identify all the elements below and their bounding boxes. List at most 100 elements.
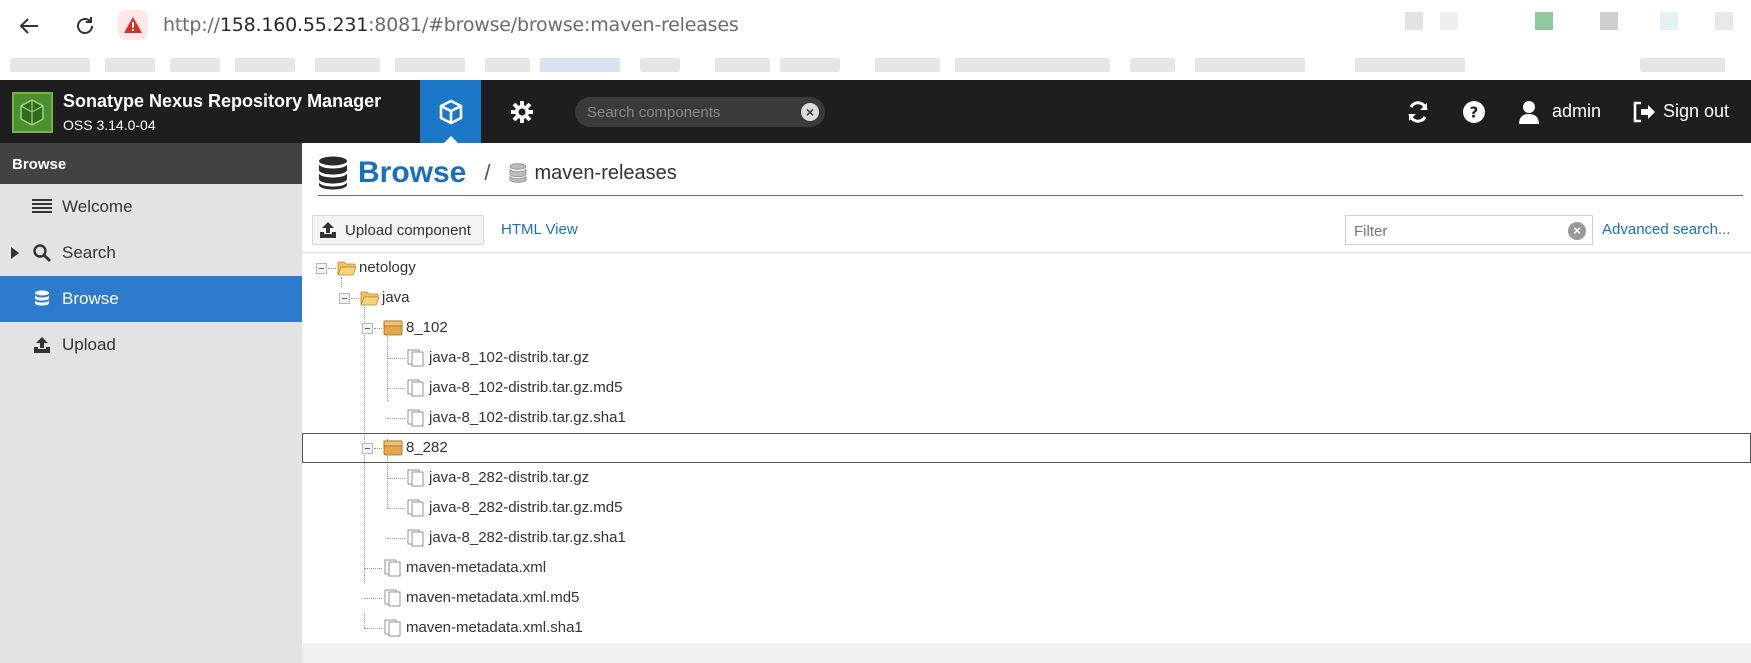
folder-open-icon [360, 291, 380, 306]
sidebar-item-browse[interactable]: Browse [0, 276, 302, 322]
url-text[interactable]: http://158.160.55.231:8081/#browse/brows… [163, 14, 739, 36]
refresh-button[interactable] [1404, 98, 1432, 126]
tree-node-folder[interactable]: java [302, 283, 1751, 313]
tree-connector [387, 388, 405, 389]
extension-icon[interactable] [1600, 12, 1618, 30]
tree-connector [364, 598, 382, 599]
sidebar-item-welcome[interactable]: Welcome [0, 184, 302, 230]
file-icon [407, 349, 424, 367]
tree-connector [364, 568, 382, 569]
filter-clear-icon[interactable]: × [1568, 222, 1586, 240]
reload-button[interactable] [69, 10, 101, 42]
sidebar-item-upload[interactable]: Upload [0, 322, 302, 368]
browse-mode-button[interactable] [420, 80, 481, 143]
sidebar-item-search[interactable]: Search [0, 230, 302, 276]
help-icon: ? [1463, 101, 1485, 123]
tree-node-folder[interactable]: netology [302, 253, 1751, 283]
nexus-logo[interactable] [12, 92, 53, 133]
help-button[interactable]: ? [1460, 98, 1488, 126]
tree-node-component[interactable]: 8_102 [302, 313, 1751, 343]
bookmark[interactable] [875, 58, 940, 72]
tree-node-label: java-8_102-distrib.tar.gz [429, 349, 590, 366]
sidebar-item-label: Browse [62, 289, 119, 308]
tree-node-label: java-8_102-distrib.tar.gz.sha1 [429, 409, 626, 426]
user-button[interactable] [1515, 98, 1543, 126]
collapse-toggle-icon[interactable] [316, 263, 327, 274]
component-search-input[interactable] [587, 102, 787, 122]
username[interactable]: admin [1552, 101, 1601, 122]
not-secure-badge[interactable] [118, 10, 148, 40]
sign-out-label[interactable]: Sign out [1663, 101, 1729, 122]
back-button[interactable] [13, 10, 45, 42]
tree-node-asset[interactable]: java-8_102-distrib.tar.gz.md5 [302, 373, 1751, 403]
tree-node-asset[interactable]: java-8_282-distrib.tar.gz.md5 [302, 493, 1751, 523]
bookmark[interactable] [395, 58, 465, 72]
extension-icon[interactable] [1405, 12, 1423, 30]
tree-node-component-selected[interactable]: 8_282 [302, 433, 1751, 463]
extension-icon[interactable] [1715, 12, 1733, 30]
svg-text:?: ? [1470, 104, 1479, 122]
tree-node-label: 8_102 [406, 319, 448, 336]
tree-node-asset[interactable]: java-8_282-distrib.tar.gz [302, 463, 1751, 493]
breadcrumb-divider [318, 195, 1743, 196]
gear-icon [511, 100, 533, 123]
tree-node-label: 8_282 [406, 439, 448, 456]
breadcrumb-separator: / [484, 160, 491, 185]
search-clear-icon[interactable]: × [801, 103, 819, 121]
bookmark[interactable] [640, 58, 680, 72]
tree-connector [364, 628, 382, 629]
tree-node-asset[interactable]: java-8_102-distrib.tar.gz [302, 343, 1751, 373]
sign-out-button[interactable] [1630, 98, 1658, 126]
bookmark[interactable] [170, 58, 220, 72]
cube-icon [439, 99, 462, 124]
panel-footer [302, 643, 1751, 663]
admin-mode-button[interactable] [500, 80, 544, 143]
bookmark[interactable] [315, 58, 380, 72]
bookmark[interactable] [540, 58, 620, 72]
tree-node-label: java-8_102-distrib.tar.gz.md5 [429, 379, 623, 396]
bookmark[interactable] [105, 58, 155, 72]
expand-caret-icon[interactable] [11, 247, 19, 259]
package-icon [383, 320, 403, 336]
extension-icon[interactable] [1440, 12, 1458, 30]
bookmark[interactable] [10, 58, 90, 72]
upload-icon [31, 335, 53, 355]
file-icon [407, 409, 424, 427]
sign-out-icon [1633, 101, 1655, 123]
file-icon [384, 589, 401, 607]
bookmark[interactable] [715, 58, 770, 72]
bookmark[interactable] [235, 58, 295, 72]
bookmark[interactable] [1355, 58, 1465, 72]
bookmark[interactable] [780, 58, 840, 72]
arrow-left-icon [19, 18, 38, 34]
tree-node-asset[interactable]: java-8_102-distrib.tar.gz.sha1 [302, 403, 1751, 433]
advanced-search-link[interactable]: Advanced search... [1602, 221, 1730, 238]
upload-component-button[interactable]: Upload component [312, 215, 484, 245]
tree-node-label: java [382, 289, 410, 306]
tree-node-asset[interactable]: maven-metadata.xml [302, 553, 1751, 583]
tree-node-asset[interactable]: maven-metadata.xml.sha1 [302, 613, 1751, 643]
app-version: OSS 3.14.0-04 [63, 117, 156, 133]
bookmark[interactable] [1195, 58, 1305, 72]
main-panel: Browse / maven-releases Upload component… [302, 143, 1751, 663]
package-icon [383, 440, 403, 456]
tree-node-asset[interactable]: java-8_282-distrib.tar.gz.sha1 [302, 523, 1751, 553]
bookmark[interactable] [955, 58, 1110, 72]
extension-icon[interactable] [1535, 12, 1553, 30]
filter-input[interactable] [1354, 221, 1554, 241]
tree-node-asset[interactable]: maven-metadata.xml.md5 [302, 583, 1751, 613]
bookmark[interactable] [485, 58, 530, 72]
refresh-icon [1408, 101, 1428, 123]
file-icon [407, 469, 424, 487]
extension-icon[interactable] [1660, 12, 1678, 30]
collapse-toggle-icon[interactable] [362, 443, 373, 454]
collapse-toggle-icon[interactable] [339, 293, 350, 304]
page-title[interactable]: Browse [358, 156, 466, 190]
file-icon [407, 529, 424, 547]
collapse-toggle-icon[interactable] [362, 323, 373, 334]
bookmark[interactable] [1640, 58, 1725, 72]
html-view-link[interactable]: HTML View [501, 221, 578, 238]
bookmark[interactable] [1130, 58, 1175, 72]
tree-connector [387, 508, 405, 509]
filter-box: × [1345, 215, 1593, 245]
